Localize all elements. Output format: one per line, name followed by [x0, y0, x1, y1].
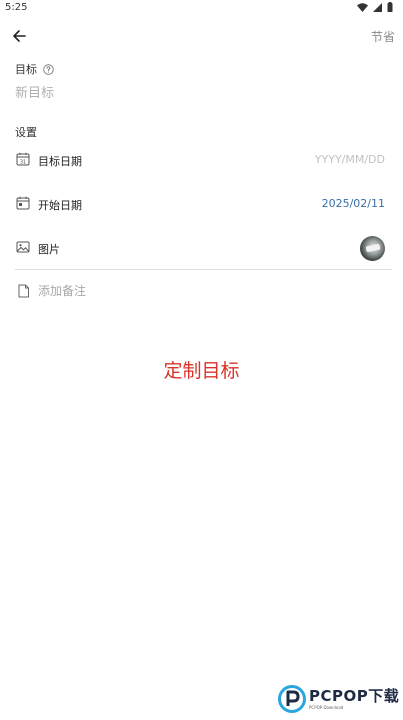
watermark-subtitle: PCPOP Download [309, 704, 344, 710]
save-button[interactable]: 节省 [371, 28, 395, 45]
note-icon [18, 284, 29, 298]
calendar-start-icon [16, 196, 30, 210]
settings-section-label: 设置 [15, 124, 37, 140]
back-button[interactable] [9, 26, 29, 46]
target-date-label: 目标日期 [38, 155, 82, 168]
note-input[interactable] [38, 282, 378, 300]
goal-label: 目标 [15, 63, 37, 76]
svg-text:31: 31 [20, 160, 26, 166]
calendar-icon: 31 [16, 152, 30, 166]
help-icon[interactable] [43, 63, 54, 75]
caption: 定制目标 [163, 360, 240, 382]
start-date-value: 2025/02/11 [321, 197, 385, 210]
watermark-title: PCPOP下载 [309, 686, 400, 705]
divider [15, 269, 392, 270]
target-date-row[interactable]: 31 目标日期 YYYY/MM/DD [0, 146, 403, 174]
status-bar: 5:25 [0, 0, 403, 18]
signal-icon [373, 2, 382, 12]
goal-input[interactable] [15, 82, 385, 104]
back-arrow-icon [13, 30, 26, 42]
app-bar: 节省 [0, 22, 403, 50]
image-row[interactable]: 图片 [0, 234, 403, 264]
goal-section-label: 目标 [15, 61, 54, 77]
image-thumbnail[interactable] [360, 236, 385, 261]
status-icons [357, 2, 393, 12]
start-date-label: 开始日期 [38, 199, 82, 212]
start-date-row[interactable]: 开始日期 2025/02/11 [0, 190, 403, 218]
watermark: PCPOP下载 PCPOP Download [278, 683, 399, 715]
settings-label: 设置 [15, 126, 37, 139]
pcpop-logo-icon [278, 685, 306, 713]
status-time: 5:25 [5, 2, 28, 13]
target-date-value: YYYY/MM/DD [314, 153, 385, 166]
image-label: 图片 [38, 243, 60, 256]
wifi-icon [357, 2, 368, 12]
battery-icon [387, 2, 393, 12]
note-row[interactable] [0, 280, 403, 304]
image-icon [16, 241, 30, 253]
